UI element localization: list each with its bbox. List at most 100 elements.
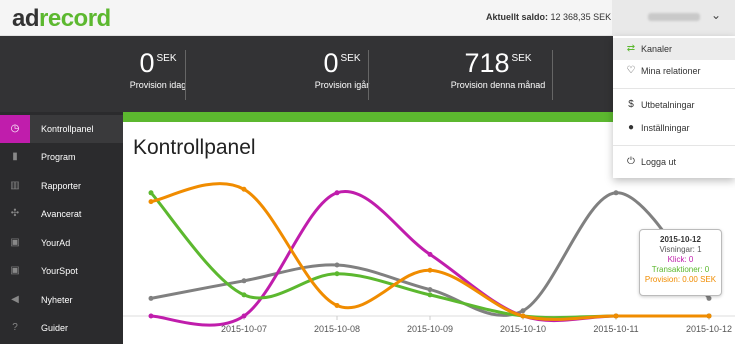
sidebar-item-label: Nyheter <box>41 295 73 305</box>
series-line-klick <box>150 189 709 327</box>
chart-tooltip: 2015-10-12 Visningar: 1 Klick: 0 Transak… <box>639 229 722 296</box>
chart-points <box>148 186 712 319</box>
x-tick-label: 2015-10-11 <box>593 324 638 334</box>
stat-divider <box>185 50 186 100</box>
data-point-provision[interactable] <box>148 199 154 205</box>
stat-label: Provision idag <box>129 80 187 90</box>
page-title: Kontrollpanel <box>133 136 256 159</box>
swap-icon: ⇄ <box>626 43 636 54</box>
menu-item-mina-relationer[interactable]: ♡ Mina relationer <box>613 60 735 82</box>
x-tick-label: 2015-10-09 <box>407 324 453 334</box>
user-menu-toggle[interactable]: ⌄ <box>612 0 735 36</box>
menu-item-label: Logga ut <box>641 157 677 167</box>
data-point-klick[interactable] <box>427 251 433 257</box>
stat-provision-month: 718 SEK Provision denna månad <box>406 48 590 104</box>
sidebar-item-yourad[interactable]: ▣ YourAd <box>0 229 123 257</box>
data-point-provision[interactable] <box>706 313 712 319</box>
crosshair-icon: ✣ <box>10 208 20 219</box>
menu-item-installningar[interactable]: ● Inställningar <box>613 117 735 139</box>
x-tick-label: 2015-10-07 <box>221 324 267 334</box>
sidebar-item-label: Guider <box>41 323 69 333</box>
data-point-visningar[interactable] <box>613 190 619 196</box>
series-line-provision <box>150 182 709 321</box>
balance-value: 12 368,35 SEK <box>550 12 612 22</box>
data-point-visningar[interactable] <box>334 262 340 268</box>
menu-divider <box>613 88 735 89</box>
menu-item-label: Mina relationer <box>641 66 701 76</box>
data-point-transaktioner[interactable] <box>148 190 154 196</box>
balance-label: Aktuellt saldo: <box>486 12 549 22</box>
sidebar-item-label: YourAd <box>41 238 71 248</box>
bar-chart-icon: ▥ <box>10 180 20 191</box>
stat-value: 0 <box>139 48 155 78</box>
data-point-transaktioner[interactable] <box>334 271 340 277</box>
bookmark-icon: ▮ <box>12 151 18 162</box>
adrecord-logo[interactable]: adrecord <box>12 5 111 33</box>
user-icon: ● <box>627 122 635 133</box>
sidebar-item-label: Rapporter <box>41 181 82 191</box>
stat-divider <box>552 50 553 100</box>
power-icon: ⏻ <box>627 156 635 167</box>
data-point-transaktioner[interactable] <box>241 292 247 298</box>
sidebar-item-yourspot[interactable]: ▣ YourSpot <box>0 257 123 285</box>
data-point-visningar[interactable] <box>148 295 154 301</box>
stat-unit: SEK <box>340 53 361 64</box>
data-point-provision[interactable] <box>613 313 619 319</box>
sidebar-item-label: Avancerat <box>41 209 82 219</box>
stat-divider <box>368 50 369 100</box>
chevron-down-icon: ⌄ <box>711 8 722 22</box>
help-icon: ? <box>12 322 18 333</box>
menu-item-logga-ut[interactable]: ⏻ Logga ut <box>613 151 735 173</box>
data-point-provision[interactable] <box>334 302 340 308</box>
chart-x-ticks: 2015-10-07 2015-10-08 2015-10-09 2015-10-10… <box>221 324 732 334</box>
data-point-provision[interactable] <box>427 267 433 273</box>
stat-label: Provision denna månad <box>450 80 546 90</box>
data-point-provision[interactable] <box>520 313 526 319</box>
yourspot-icon: ▣ <box>10 265 20 276</box>
tooltip-provision: Provision: 0.00 SEK <box>644 275 717 284</box>
data-point-klick[interactable] <box>241 313 247 319</box>
sidebar-item-nyheter[interactable]: ◀ Nyheter <box>0 286 123 314</box>
stat-unit: SEK <box>156 53 177 64</box>
stat-value: 718 <box>464 48 510 78</box>
heart-icon: ♡ <box>626 65 636 76</box>
sidebar-item-guider[interactable]: ? Guider <box>0 314 123 342</box>
data-point-klick[interactable] <box>148 313 154 319</box>
x-tick-label: 2015-10-10 <box>500 324 546 334</box>
sidebar-item-program[interactable]: ▮ Program <box>0 143 123 171</box>
dollar-icon: $ <box>628 99 634 110</box>
data-point-visningar[interactable] <box>706 295 712 301</box>
sidebar-item-rapporter[interactable]: ▥ Rapporter <box>0 172 123 200</box>
data-point-provision[interactable] <box>241 186 247 192</box>
data-point-visningar[interactable] <box>241 278 247 284</box>
data-point-transaktioner[interactable] <box>427 292 433 298</box>
top-bar: adrecord Aktuellt saldo: 12 368,35 SEK ⌄ <box>0 0 735 36</box>
user-name-blurred <box>648 13 700 21</box>
tooltip-klick: Klick: 0 <box>667 255 694 264</box>
menu-item-kanaler[interactable]: ⇄ Kanaler <box>613 38 735 60</box>
data-point-visningar[interactable] <box>427 287 433 293</box>
sidebar-item-label: Program <box>41 152 76 162</box>
x-tick-label: 2015-10-08 <box>314 324 360 334</box>
menu-item-label: Kanaler <box>641 44 673 54</box>
stat-value: 0 <box>323 48 339 78</box>
tooltip-date: 2015-10-12 <box>660 235 701 244</box>
data-point-klick[interactable] <box>334 190 340 196</box>
sidebar: ◷ Kontrollpanel ▮ Program ▥ Rapporter ✣ … <box>0 112 123 344</box>
sidebar-item-avancerat[interactable]: ✣ Avancerat <box>0 200 123 228</box>
menu-item-label: Inställningar <box>641 123 690 133</box>
stat-provision-today: 0 SEK Provision idag <box>66 48 250 104</box>
logo-text-ad: ad <box>12 5 40 32</box>
user-dropdown-menu: ⇄ Kanaler ♡ Mina relationer $ Utbetalnin… <box>613 36 735 178</box>
megaphone-icon: ◀ <box>11 294 19 305</box>
menu-item-utbetalningar[interactable]: $ Utbetalningar <box>613 94 735 116</box>
tooltip-visningar: Visningar: 1 <box>659 245 702 254</box>
logo-text-record: record <box>39 5 111 32</box>
data-point-visningar[interactable] <box>520 308 526 314</box>
menu-item-label: Utbetalningar <box>641 100 695 110</box>
sidebar-item-kontrollpanel[interactable]: ◷ Kontrollpanel <box>0 115 123 143</box>
balance-display: Aktuellt saldo: 12 368,35 SEK <box>486 12 611 22</box>
yourad-icon: ▣ <box>10 237 20 248</box>
tooltip-transaktioner: Transaktioner: 0 <box>651 265 710 274</box>
menu-divider <box>613 145 735 146</box>
